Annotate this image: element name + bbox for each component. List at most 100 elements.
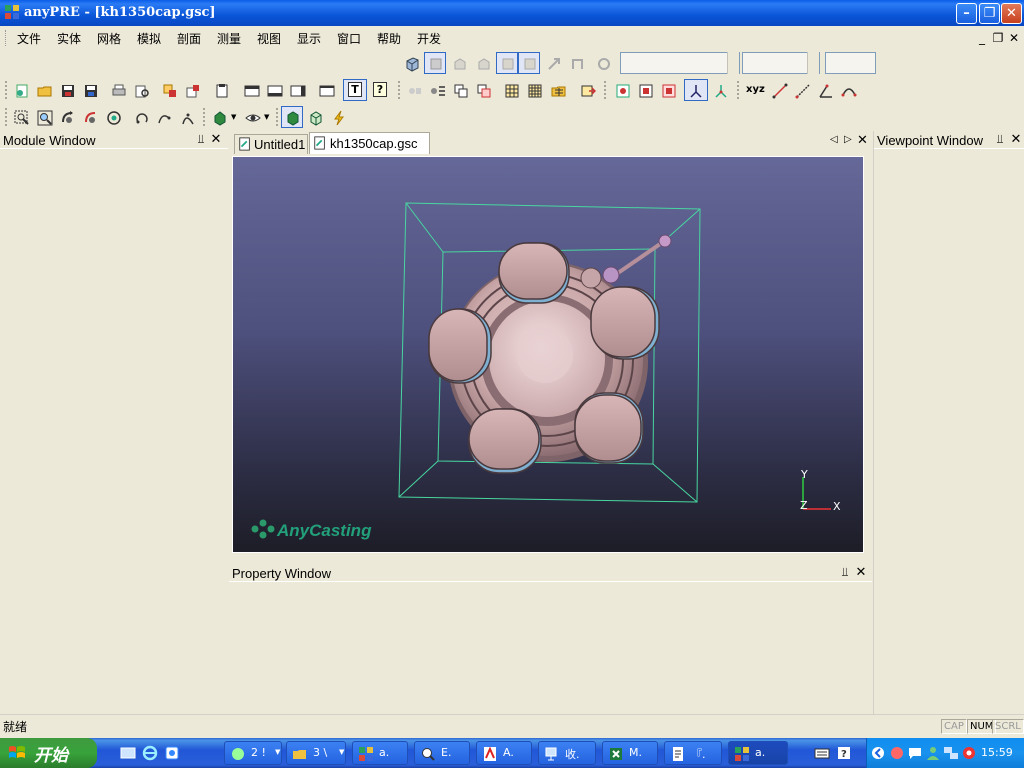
grid-button[interactable] — [500, 79, 522, 101]
keyboard-icon[interactable] — [814, 745, 830, 761]
layout-top-button[interactable] — [240, 79, 262, 101]
taskbar-item-program-group[interactable]: 2 ! ▼ — [224, 741, 282, 765]
tray-expand-icon[interactable] — [871, 745, 885, 761]
save-as-button[interactable] — [79, 79, 101, 101]
pin-icon[interactable]: ⫫ — [839, 565, 851, 579]
disabled-tool-3[interactable] — [472, 52, 494, 74]
copy-entity-button[interactable] — [449, 79, 471, 101]
cast-1-button[interactable] — [611, 79, 633, 101]
menu-section[interactable]: 剖面 — [177, 30, 201, 46]
value-1-spinner[interactable] — [727, 52, 739, 74]
menu-simulation[interactable]: 模拟 — [137, 30, 161, 46]
list-tool-button[interactable] — [426, 79, 448, 101]
import-button[interactable] — [158, 79, 180, 101]
taskbar-item-anycasting-2[interactable]: a. — [728, 741, 788, 765]
tray-chat-icon[interactable] — [907, 745, 923, 761]
export-button[interactable] — [181, 79, 203, 101]
wireframe-view-button[interactable] — [304, 106, 326, 128]
zoom-window-button[interactable] — [10, 106, 32, 128]
rotate-button[interactable] — [56, 106, 78, 128]
mesh-folder-button[interactable] — [547, 79, 569, 101]
open-button[interactable] — [33, 79, 55, 101]
layout-bottom-button[interactable] — [263, 79, 285, 101]
menu-view[interactable]: 视图 — [257, 30, 281, 46]
cast-2-button[interactable] — [634, 79, 656, 101]
menu-entity[interactable]: 实体 — [57, 30, 81, 46]
taskbar-item-search[interactable]: E. — [414, 741, 470, 765]
tab-scroll-right-icon[interactable]: ▷ — [844, 134, 852, 145]
menu-display[interactable]: 显示 — [297, 30, 321, 46]
tab-close-icon[interactable]: ✕ — [857, 133, 868, 148]
value-2-spinner[interactable] — [807, 52, 819, 74]
save-button[interactable] — [56, 79, 78, 101]
3d-viewport[interactable]: Y Z X AnyCasting — [232, 156, 864, 553]
disabled-tool-8[interactable] — [592, 52, 614, 74]
menu-develop[interactable]: 开发 — [417, 30, 441, 46]
rotate-z-button[interactable] — [176, 106, 198, 128]
pin-icon[interactable]: ⫫ — [994, 132, 1006, 146]
angle-button[interactable] — [814, 79, 836, 101]
menu-measure[interactable]: 测量 — [217, 30, 241, 46]
tray-app-icon[interactable] — [889, 745, 905, 761]
disabled-tool-4[interactable] — [496, 52, 518, 74]
menu-help[interactable]: 帮助 — [377, 30, 401, 46]
disabled-tool-5[interactable] — [518, 52, 540, 74]
value-input-3[interactable] — [825, 52, 876, 74]
radius-button[interactable] — [837, 79, 859, 101]
disabled-mesh-tool-1[interactable] — [403, 79, 425, 101]
maximize-button[interactable]: ❐ — [979, 3, 1000, 24]
disabled-tool-7[interactable] — [566, 52, 588, 74]
distance-2-button[interactable] — [791, 79, 813, 101]
help-button[interactable]: ? — [369, 79, 391, 101]
media-icon[interactable] — [164, 745, 180, 761]
viewpoint-window-close[interactable]: ✕ — [1010, 132, 1022, 147]
help-icon[interactable]: ? — [836, 745, 852, 761]
render-mode-dropdown[interactable]: ▼ — [208, 106, 238, 128]
taskbar-item-pdf[interactable]: A. — [476, 741, 532, 765]
mdi-restore-button[interactable]: ❐ — [991, 31, 1005, 45]
zoom-fit-button[interactable] — [33, 106, 55, 128]
triad-button[interactable] — [709, 79, 731, 101]
pan-button[interactable] — [102, 106, 124, 128]
minimize-button[interactable]: – — [956, 3, 977, 24]
grid-fine-button[interactable] — [523, 79, 545, 101]
delete-entity-button[interactable] — [472, 79, 494, 101]
ie-icon[interactable] — [142, 745, 158, 761]
tray-user-icon[interactable] — [925, 745, 941, 761]
menu-file[interactable]: 文件 — [17, 30, 41, 46]
layout-single-button[interactable] — [315, 79, 337, 101]
run-button[interactable] — [327, 106, 349, 128]
mdi-close-button[interactable]: ✕ — [1007, 31, 1021, 45]
print-button[interactable] — [107, 79, 129, 101]
menu-mesh[interactable]: 网格 — [97, 30, 121, 46]
taskbar-item-folder[interactable]: 3 \ ▼ — [286, 741, 346, 765]
close-button[interactable]: ✕ — [1001, 3, 1022, 24]
mdi-minimize-button[interactable]: _ — [975, 31, 989, 45]
visibility-dropdown[interactable]: ▼ — [241, 106, 271, 128]
tab-kh1350cap[interactable]: kh1350cap.gsc — [309, 132, 430, 154]
copy-image-button[interactable] — [210, 79, 232, 101]
disabled-tool-1[interactable] — [424, 52, 446, 74]
cast-3-button[interactable] — [657, 79, 679, 101]
tab-untitled1[interactable]: Untitled1 — [234, 134, 308, 154]
coordinate-button[interactable]: xyz — [743, 79, 767, 101]
menu-window[interactable]: 窗口 — [337, 30, 361, 46]
view-cube-button[interactable] — [400, 52, 422, 74]
distance-button[interactable] — [768, 79, 790, 101]
disabled-tool-6[interactable] — [542, 52, 564, 74]
taskbar-item-anycasting-1[interactable]: a. — [352, 741, 408, 765]
value-input-1[interactable] — [620, 52, 740, 74]
tab-scroll-left-icon[interactable]: ◁ — [830, 134, 838, 145]
mesh-export-button[interactable] — [576, 79, 598, 101]
tray-network-icon[interactable] — [943, 745, 959, 761]
value-input-2[interactable] — [742, 52, 820, 74]
rotate-x-button[interactable] — [130, 106, 152, 128]
tray-security-icon[interactable] — [961, 745, 977, 761]
module-window-close[interactable]: ✕ — [210, 132, 222, 147]
new-button[interactable] — [10, 79, 32, 101]
property-window-close[interactable]: ✕ — [855, 565, 867, 580]
solid-view-button[interactable] — [281, 106, 303, 128]
disabled-tool-2[interactable] — [448, 52, 470, 74]
layout-split-button[interactable] — [286, 79, 308, 101]
pin-icon[interactable]: ⫫ — [195, 132, 207, 146]
